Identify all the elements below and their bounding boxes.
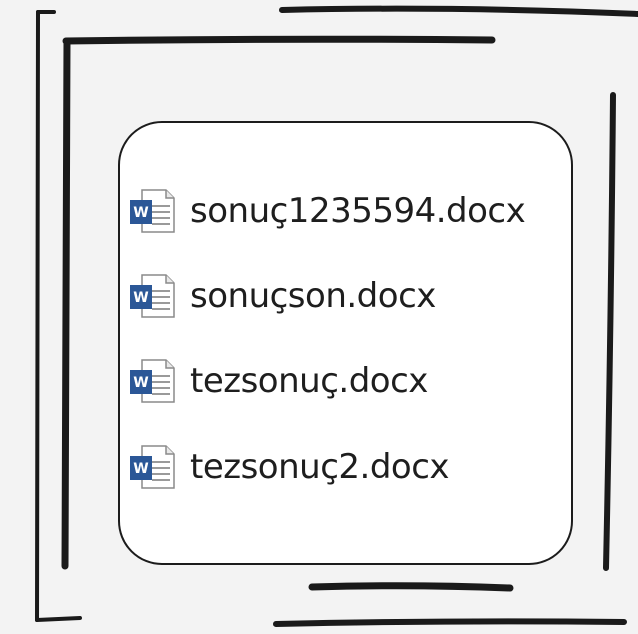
file-list-panel: W sonuç1235594.docx W sonuçson.docx W te… bbox=[118, 121, 573, 565]
file-name: sonuç1235594.docx bbox=[190, 191, 526, 231]
file-item[interactable]: W sonuçson.docx bbox=[126, 268, 436, 324]
svg-text:W: W bbox=[133, 375, 148, 391]
file-item[interactable]: W tezsonuç.docx bbox=[126, 353, 428, 409]
svg-text:W: W bbox=[133, 461, 148, 477]
file-name: tezsonuç2.docx bbox=[190, 447, 450, 487]
file-list: W sonuç1235594.docx W sonuçson.docx W te… bbox=[120, 123, 571, 563]
word-document-icon: W bbox=[126, 184, 180, 238]
svg-text:W: W bbox=[133, 290, 148, 306]
file-name: tezsonuç.docx bbox=[190, 361, 428, 401]
svg-text:W: W bbox=[133, 205, 148, 221]
word-document-icon: W bbox=[126, 354, 180, 408]
word-document-icon: W bbox=[126, 269, 180, 323]
file-name: sonuçson.docx bbox=[190, 276, 436, 316]
word-document-icon: W bbox=[126, 440, 180, 494]
file-item[interactable]: W sonuç1235594.docx bbox=[126, 183, 526, 239]
image-frame: W sonuç1235594.docx W sonuçson.docx W te… bbox=[0, 0, 638, 634]
file-item[interactable]: W tezsonuç2.docx bbox=[126, 439, 450, 495]
